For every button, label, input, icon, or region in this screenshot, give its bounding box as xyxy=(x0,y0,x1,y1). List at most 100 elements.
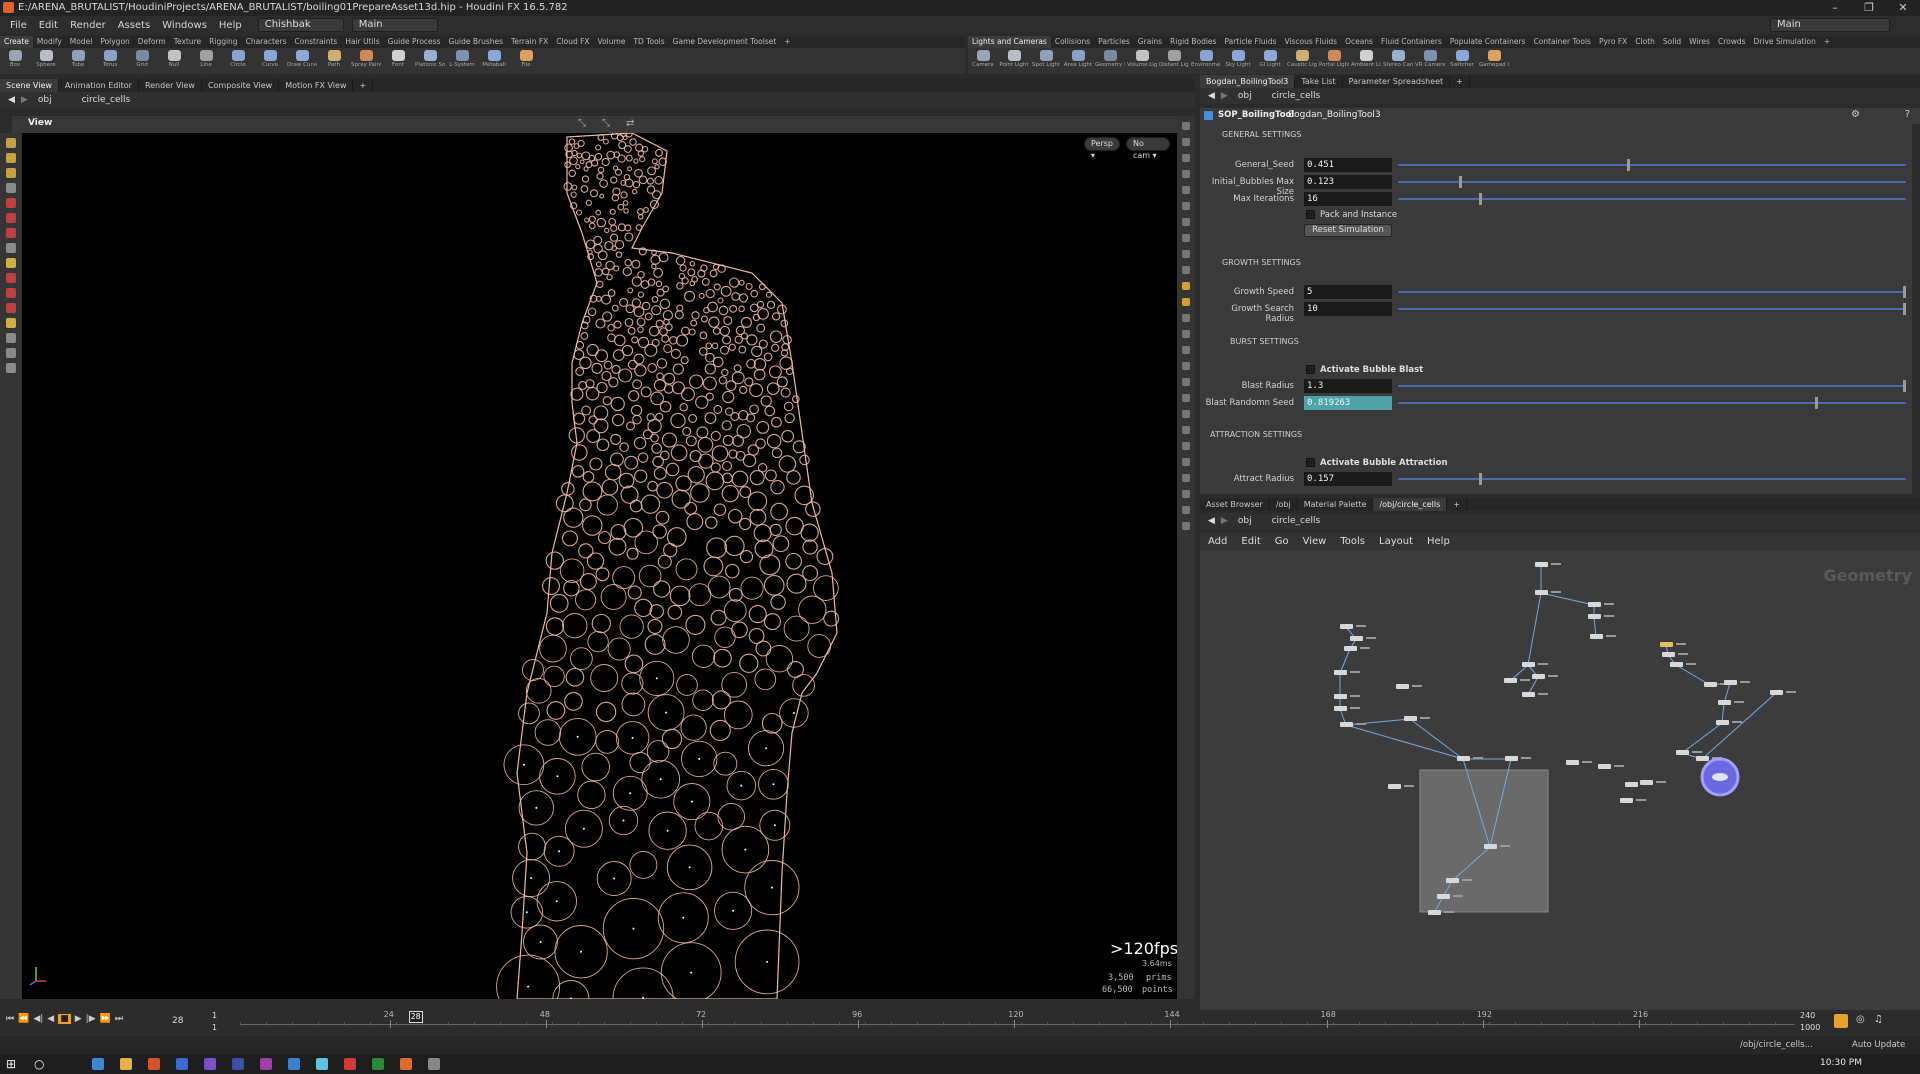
scene-tab-scene-view[interactable]: Scene View xyxy=(0,79,59,92)
right-tool-gamepad-camera[interactable]: Gamepad Camera xyxy=(1478,48,1510,74)
right-tool-distant-light[interactable]: Distant Light xyxy=(1158,48,1190,74)
camera-dropdown[interactable]: No cam ▾ xyxy=(1126,137,1170,160)
right-tool-sky-light[interactable]: Sky Light xyxy=(1222,48,1254,74)
net-menu-go[interactable]: Go xyxy=(1275,536,1289,547)
shelf-tab-crowds[interactable]: Crowds xyxy=(1714,36,1750,48)
display-option-12-icon[interactable] xyxy=(1182,314,1190,322)
viewport-tool-5-icon[interactable] xyxy=(6,213,16,223)
attract-radius-slider-handle[interactable] xyxy=(1479,473,1483,485)
status-path[interactable]: /obj/circle_cells... xyxy=(1740,1040,1813,1050)
network-tab-obj-circle-cells[interactable]: /obj/circle_cells xyxy=(1373,498,1448,511)
viewport-tool-7-icon[interactable] xyxy=(6,243,16,253)
shelf-tab-td-tools[interactable]: TD Tools xyxy=(629,36,668,48)
viewport-tool-11-icon[interactable] xyxy=(6,303,16,313)
shelf-tab-rigging[interactable]: Rigging xyxy=(205,36,241,48)
shelf-tab-guide-brushes[interactable]: Guide Brushes xyxy=(444,36,507,48)
activate-blast-checkbox[interactable] xyxy=(1306,365,1315,374)
step-back-icon[interactable]: ◀| xyxy=(33,1014,43,1024)
shelf-tab-modify[interactable]: Modify xyxy=(33,36,66,48)
display-option-24-icon[interactable] xyxy=(1182,506,1190,514)
menu-windows[interactable]: Windows xyxy=(156,20,213,31)
snap2-icon[interactable]: ⤡ xyxy=(602,118,610,129)
stop-icon[interactable]: ■ xyxy=(58,1014,71,1024)
display-option-9-icon[interactable] xyxy=(1182,266,1190,274)
shelf-tab-game-development-toolset[interactable]: Game Development Toolset xyxy=(669,36,781,48)
right-tool-spot-light[interactable]: Spot Light xyxy=(1030,48,1062,74)
net-back-icon[interactable]: ◀ xyxy=(1208,516,1215,526)
display-option-10-icon[interactable] xyxy=(1182,282,1190,290)
right-tool-portal-light[interactable]: Portal Light xyxy=(1318,48,1350,74)
pack-checkbox[interactable] xyxy=(1306,210,1315,219)
taskbar-app-8-icon[interactable] xyxy=(316,1058,328,1070)
end-frame-field[interactable]: 240 xyxy=(1800,1011,1815,1020)
display-option-21-icon[interactable] xyxy=(1182,458,1190,466)
shelf-tab-rigid-bodies[interactable]: Rigid Bodies xyxy=(1166,36,1220,48)
end-frame-field-2[interactable]: 1000 xyxy=(1800,1023,1820,1032)
menu-file[interactable]: File xyxy=(4,20,33,31)
network-tab-material-palette[interactable]: Material Palette xyxy=(1298,498,1374,511)
blast-radius-slider-handle[interactable] xyxy=(1903,380,1907,392)
left-tool-box[interactable]: Box xyxy=(0,48,30,74)
blast-seed-slider-handle[interactable] xyxy=(1814,397,1818,409)
display-option-13-icon[interactable] xyxy=(1182,330,1190,338)
node-name[interactable]: Bogdan_BoilingTool3 xyxy=(1288,110,1381,120)
main-dropdown[interactable]: Main xyxy=(351,18,438,32)
blast-radius-slider-track[interactable] xyxy=(1398,385,1906,387)
max-iter-slider-track[interactable] xyxy=(1398,198,1906,200)
param-tab-bogdan-boilingtool3[interactable]: Bogdan_BoilingTool3 xyxy=(1200,75,1296,88)
display-option-2-icon[interactable] xyxy=(1182,154,1190,162)
display-option-1-icon[interactable] xyxy=(1182,138,1190,146)
viewport-tool-8-icon[interactable] xyxy=(6,258,16,268)
minimize-button[interactable]: – xyxy=(1818,0,1852,16)
display-option-19-icon[interactable] xyxy=(1182,426,1190,434)
network-tab-obj[interactable]: /obj xyxy=(1270,498,1298,511)
shelf-tab-populate-containers[interactable]: Populate Containers xyxy=(1446,36,1530,48)
shelf-tab-characters[interactable]: Characters xyxy=(242,36,291,48)
display-option-14-icon[interactable] xyxy=(1182,346,1190,354)
viewport-tool-15-icon[interactable] xyxy=(6,363,16,373)
taskbar-app-9-icon[interactable] xyxy=(344,1058,356,1070)
display-option-16-icon[interactable] xyxy=(1182,378,1190,386)
auto-update-dropdown[interactable]: Auto Update xyxy=(1852,1040,1905,1050)
shelf-tab-lights-and-cameras[interactable]: Lights and Cameras xyxy=(968,36,1051,48)
play-icon[interactable]: ▶ xyxy=(75,1014,82,1024)
menu-help[interactable]: Help xyxy=(213,20,248,31)
param-path-circle-cells[interactable]: circle_cells xyxy=(1272,91,1321,101)
general-seed-field[interactable]: 0.451 xyxy=(1304,158,1392,172)
network-editor[interactable]: Geometry xyxy=(1200,550,1920,1010)
display-option-7-icon[interactable] xyxy=(1182,234,1190,242)
viewport-tool-0-icon[interactable] xyxy=(6,138,16,148)
shelf-tab-oceans[interactable]: Oceans xyxy=(1341,36,1377,48)
left-tool-spray-paint[interactable]: Spray Paint xyxy=(350,48,382,74)
display-option-17-icon[interactable] xyxy=(1182,394,1190,402)
net-path-obj[interactable]: obj xyxy=(1238,516,1252,526)
right-main-dropdown[interactable]: Main xyxy=(1770,18,1890,32)
shelf-tab-particles[interactable]: Particles xyxy=(1094,36,1134,48)
realtime-icon[interactable]: ◎ xyxy=(1856,1014,1865,1025)
taskbar-app-7-icon[interactable] xyxy=(288,1058,300,1070)
net-menu-view[interactable]: View xyxy=(1303,536,1327,547)
param-tab-take-list[interactable]: Take List xyxy=(1295,75,1343,88)
display-option-6-icon[interactable] xyxy=(1182,218,1190,226)
attract-radius-field[interactable]: 0.157 xyxy=(1304,472,1392,486)
viewport-tool-6-icon[interactable] xyxy=(6,228,16,238)
taskbar-app-11-icon[interactable] xyxy=(400,1058,412,1070)
max-iter-slider-handle[interactable] xyxy=(1479,193,1483,205)
taskbar-app-10-icon[interactable] xyxy=(372,1058,384,1070)
shelf-tab-guide-process[interactable]: Guide Process xyxy=(384,36,445,48)
left-tool-path[interactable]: Path xyxy=(318,48,350,74)
growth-radius-field[interactable]: 10 xyxy=(1304,302,1392,316)
right-tool-geometry-light[interactable]: Geometry Light xyxy=(1094,48,1126,74)
growth-speed-slider-track[interactable] xyxy=(1398,291,1906,293)
display-option-20-icon[interactable] xyxy=(1182,442,1190,450)
net-menu-edit[interactable]: Edit xyxy=(1241,536,1260,547)
snap-icon[interactable]: ⤡ xyxy=(578,118,586,129)
play-reverse-icon[interactable]: ◀ xyxy=(47,1014,54,1024)
right-tool-vr-camera[interactable]: VR Camera xyxy=(1414,48,1446,74)
shelf-tab-volume[interactable]: Volume xyxy=(594,36,630,48)
frame-ruler[interactable]: 24 48 72 96 120 144 168 192 216 28 xyxy=(240,1010,1795,1036)
viewport-tool-10-icon[interactable] xyxy=(6,288,16,298)
shelf-tab-plus[interactable]: + xyxy=(780,36,794,48)
scene-tab-animation-editor[interactable]: Animation Editor xyxy=(59,79,139,92)
persp-dropdown[interactable]: Persp ▾ xyxy=(1084,137,1120,160)
